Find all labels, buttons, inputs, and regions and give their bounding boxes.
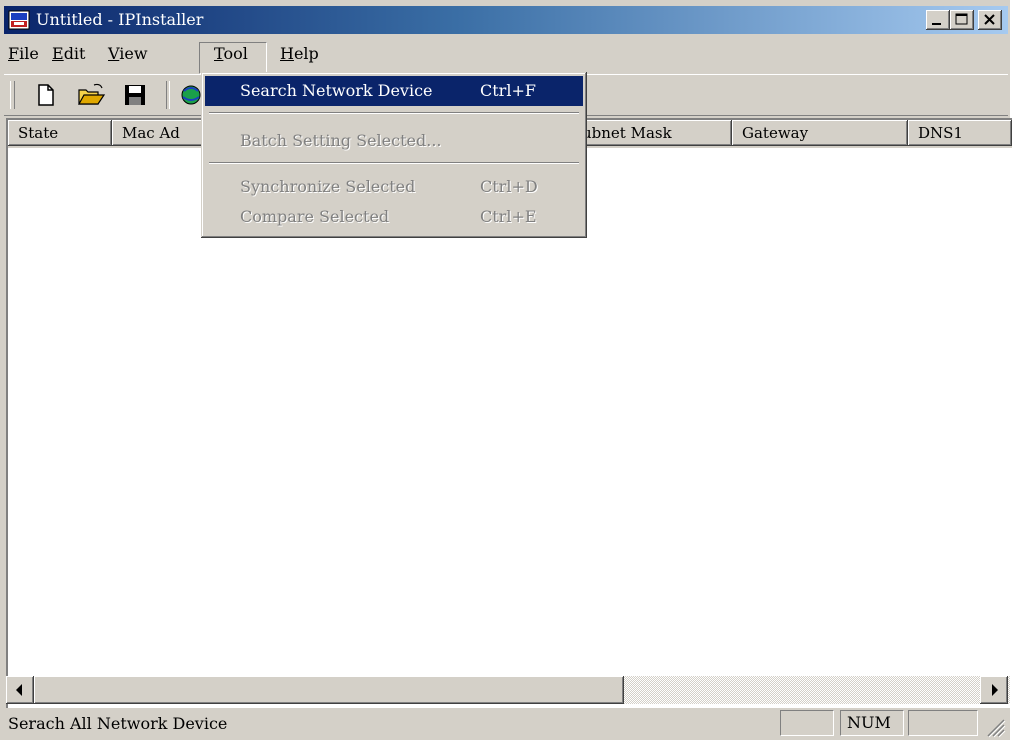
menu-item-shortcut: Ctrl+E: [480, 207, 537, 226]
menu-item-label: Batch Setting Selected...: [240, 131, 442, 150]
column-header-state[interactable]: State: [8, 120, 112, 146]
menu-edit-rest: dit: [63, 44, 86, 63]
minimize-button[interactable]: [926, 10, 950, 30]
scroll-left-button[interactable]: [6, 676, 34, 704]
menu-bar: File Edit View Tool Help: [4, 38, 1008, 70]
menu-tool-pressed-frame: [199, 42, 267, 74]
minimize-icon: [932, 23, 941, 25]
menu-separator: [209, 112, 579, 114]
window-title: Untitled - IPInstaller: [36, 10, 204, 29]
menu-item-shortcut: Ctrl+D: [480, 177, 538, 196]
save-button[interactable]: [120, 81, 150, 109]
main-window: Untitled - IPInstaller File Edit View To…: [0, 0, 1012, 740]
menu-view-rest: iew: [119, 44, 148, 63]
scroll-right-button[interactable]: [980, 676, 1008, 704]
ipinstaller-app-icon[interactable]: [8, 10, 30, 30]
status-pane-scroll: [908, 710, 978, 736]
arrow-right-icon: [992, 684, 998, 696]
menu-item-synchronize-selected[interactable]: Synchronize Selected Ctrl+D: [205, 172, 583, 202]
maximize-icon: [955, 13, 968, 25]
toolbar-separator: [166, 81, 170, 109]
horizontal-scrollbar[interactable]: [6, 676, 1010, 704]
open-button[interactable]: [76, 81, 106, 109]
title-bar[interactable]: Untitled - IPInstaller: [4, 6, 1008, 34]
arrow-left-icon: [16, 684, 22, 696]
menu-view[interactable]: View: [108, 44, 148, 63]
resize-grip-icon[interactable]: [984, 716, 1006, 738]
status-bar: Serach All Network Device NUM: [0, 708, 1010, 740]
new-document-icon: [38, 84, 54, 106]
menu-help-rest: elp: [293, 44, 319, 63]
menu-item-search-network-device[interactable]: Search Network Device Ctrl+F: [205, 76, 583, 106]
status-message: Serach All Network Device: [8, 714, 228, 733]
column-header-gateway[interactable]: Gateway: [732, 120, 908, 146]
menu-item-shortcut: Ctrl+F: [480, 81, 536, 100]
status-pane-num: NUM: [840, 710, 904, 736]
close-icon: [984, 14, 995, 25]
menu-help[interactable]: Help: [280, 44, 319, 63]
menu-separator: [209, 162, 579, 164]
toolbar-grip[interactable]: [10, 81, 15, 109]
menu-item-label: Synchronize Selected: [240, 177, 416, 196]
menu-file-mnemonic: F: [8, 44, 20, 63]
new-button[interactable]: [30, 81, 60, 109]
open-folder-icon: [77, 83, 106, 105]
menu-item-compare-selected[interactable]: Compare Selected Ctrl+E: [205, 202, 583, 232]
menu-item-label: Compare Selected: [240, 207, 390, 226]
save-disk-icon: [125, 85, 145, 105]
status-pane-caps: [780, 710, 834, 736]
menu-view-mnemonic: V: [108, 44, 120, 63]
menu-item-label: Search Network Device: [240, 81, 433, 100]
menu-edit[interactable]: Edit: [52, 44, 85, 63]
menu-file[interactable]: File: [8, 44, 39, 63]
column-header-dns1[interactable]: DNS1: [908, 120, 1012, 146]
maximize-button[interactable]: [950, 10, 974, 30]
menu-edit-mnemonic: E: [52, 44, 64, 63]
menu-item-batch-setting-selected[interactable]: Batch Setting Selected...: [205, 126, 583, 156]
tool-menu-dropdown: Search Network Device Ctrl+F Batch Setti…: [201, 72, 587, 238]
menu-help-mnemonic: H: [280, 44, 294, 63]
menu-file-rest: ile: [19, 44, 39, 63]
close-button[interactable]: [978, 10, 1002, 30]
scrollbar-thumb[interactable]: [34, 676, 624, 704]
